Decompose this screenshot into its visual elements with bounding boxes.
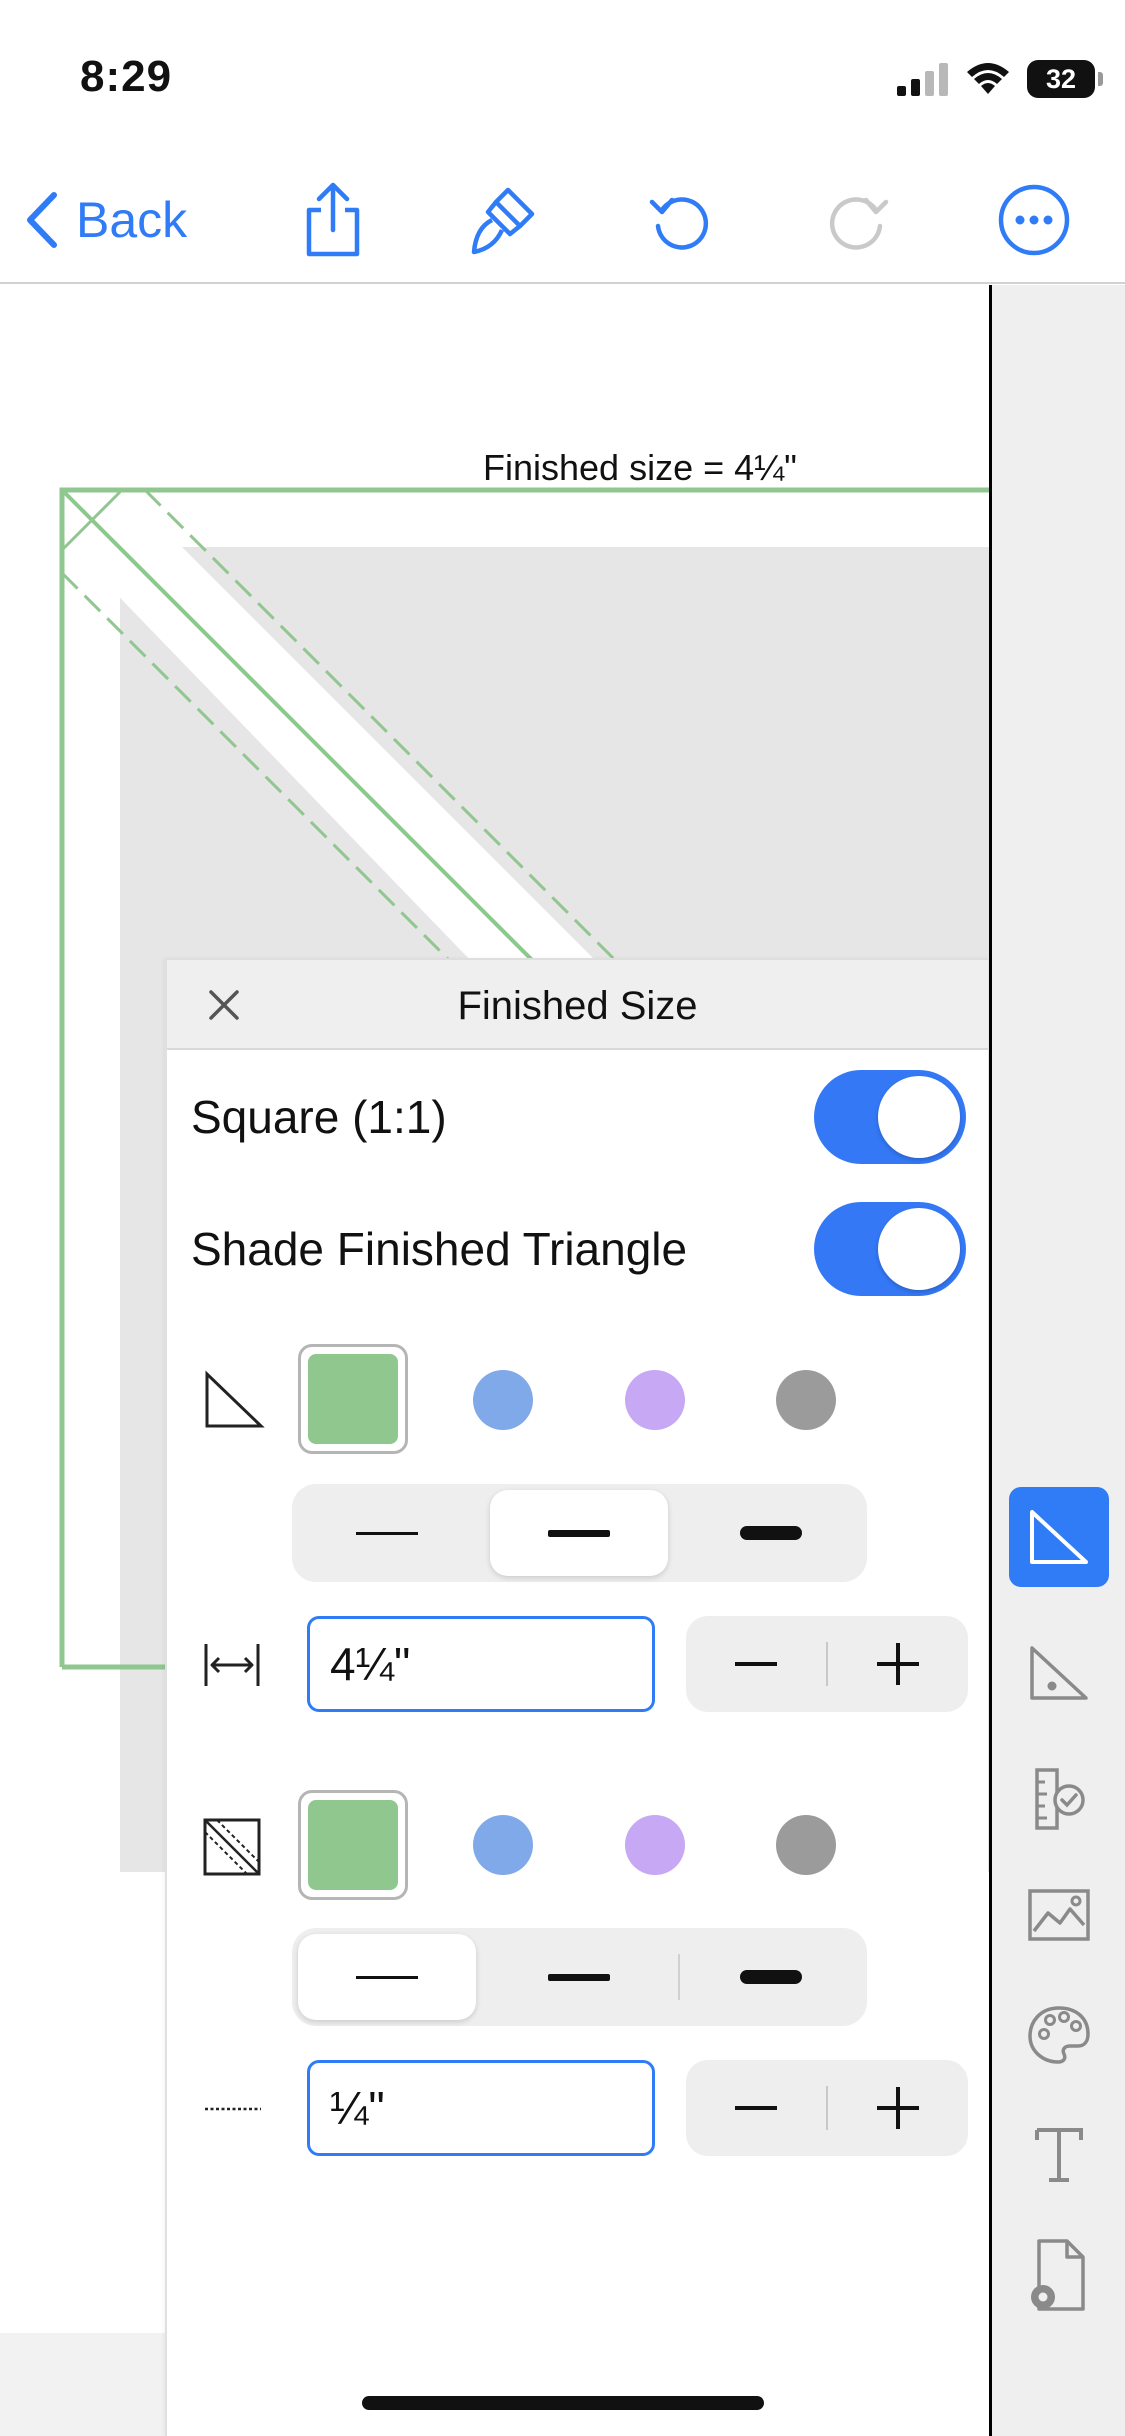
palette-icon xyxy=(1028,2006,1090,2064)
line-weight-segment xyxy=(292,1484,867,1582)
text-icon xyxy=(1035,2128,1083,2182)
finished-size-input[interactable] xyxy=(307,1616,655,1712)
plus-icon xyxy=(877,1643,919,1685)
size-increment-button[interactable] xyxy=(828,1616,968,1712)
seam-stepper xyxy=(686,2060,968,2156)
battery-icon: 32 xyxy=(1027,60,1103,98)
seam-decrement-button[interactable] xyxy=(686,2060,826,2156)
more-button[interactable] xyxy=(996,160,1072,280)
undo-button[interactable] xyxy=(646,160,714,280)
chevron-left-icon xyxy=(27,192,57,248)
sidebar-triangle-point-button[interactable] xyxy=(1009,1623,1109,1723)
redo-button[interactable] xyxy=(824,160,892,280)
toolbar: Back xyxy=(0,160,1125,284)
sidebar-palette-button[interactable] xyxy=(1009,1985,1109,2085)
plus-icon xyxy=(877,2087,919,2129)
sidebar-finished-size-button[interactable] xyxy=(1009,1487,1109,1587)
tool-sidebar xyxy=(992,285,1125,2436)
more-icon xyxy=(998,184,1070,256)
battery-level: 32 xyxy=(1045,63,1077,94)
seam-weight-thick[interactable] xyxy=(682,1934,860,2020)
seam-increment-button[interactable] xyxy=(828,2060,968,2156)
line-weight-thick[interactable] xyxy=(682,1490,860,1576)
seam-weight-thin[interactable] xyxy=(298,1934,476,2020)
back-label: Back xyxy=(76,192,188,248)
status-icons: 32 xyxy=(897,56,1103,102)
sidebar-image-button[interactable] xyxy=(1009,1865,1109,1965)
sidebar-measure-button[interactable] xyxy=(1009,1749,1109,1849)
size-decrement-button[interactable] xyxy=(686,1616,826,1712)
seam-weight-medium[interactable] xyxy=(490,1934,668,2020)
minus-icon xyxy=(735,1662,777,1666)
image-icon xyxy=(1028,1889,1090,1941)
finished-size-label: Finished size = 4¼" xyxy=(483,447,797,488)
minus-icon xyxy=(735,2106,777,2110)
line-weight-thin[interactable] xyxy=(298,1490,476,1576)
triangle-point-icon xyxy=(1030,1646,1088,1700)
seam-square-icon xyxy=(203,1818,261,1876)
right-triangle-icon xyxy=(1030,1510,1088,1564)
line-color-blue[interactable] xyxy=(473,1370,533,1430)
panel-header: Finished Size xyxy=(167,960,988,1050)
line-color-gray[interactable] xyxy=(776,1370,836,1430)
undo-icon xyxy=(649,197,709,250)
triangle-outline-icon xyxy=(205,1370,265,1428)
seam-allowance-input[interactable] xyxy=(307,2060,655,2156)
cellular-signal-icon xyxy=(897,63,948,96)
sidebar-text-button[interactable] xyxy=(1009,2105,1109,2205)
seam-color-gray[interactable] xyxy=(776,1815,836,1875)
seam-color-swatch-selected[interactable] xyxy=(298,1790,408,1900)
square-label: Square (1:1) xyxy=(191,1091,447,1143)
shade-toggle[interactable] xyxy=(814,1202,966,1296)
share-icon xyxy=(306,182,360,257)
line-color-swatch-selected[interactable] xyxy=(298,1344,408,1454)
seam-color-purple[interactable] xyxy=(625,1815,685,1875)
seam-weight-segment xyxy=(292,1928,867,2026)
finished-size-panel: Finished Size Square (1:1) Shade Finishe… xyxy=(165,958,988,2436)
document-gear-icon xyxy=(1031,2239,1085,2311)
panel-title: Finished Size xyxy=(457,984,698,1028)
ruler-check-icon xyxy=(1035,1768,1085,1830)
redo-icon xyxy=(829,197,889,250)
canvas-bottom-bar xyxy=(0,2333,165,2436)
paintbrush-icon xyxy=(471,187,535,255)
seam-color-blue[interactable] xyxy=(473,1815,533,1875)
style-brush-button[interactable] xyxy=(466,160,542,280)
sidebar-document-settings-button[interactable] xyxy=(1009,2225,1109,2325)
back-button[interactable]: Back xyxy=(24,160,187,280)
size-stepper xyxy=(686,1616,968,1712)
line-color-purple[interactable] xyxy=(625,1370,685,1430)
width-arrow-icon xyxy=(204,1644,260,1686)
square-toggle[interactable] xyxy=(814,1070,966,1164)
home-indicator xyxy=(362,2396,764,2410)
dotted-line-icon xyxy=(205,2107,261,2111)
status-time: 8:29 xyxy=(80,52,173,101)
wifi-icon xyxy=(967,63,1009,94)
shade-label: Shade Finished Triangle xyxy=(191,1223,688,1275)
line-weight-medium[interactable] xyxy=(490,1490,668,1576)
share-button[interactable] xyxy=(296,160,370,280)
